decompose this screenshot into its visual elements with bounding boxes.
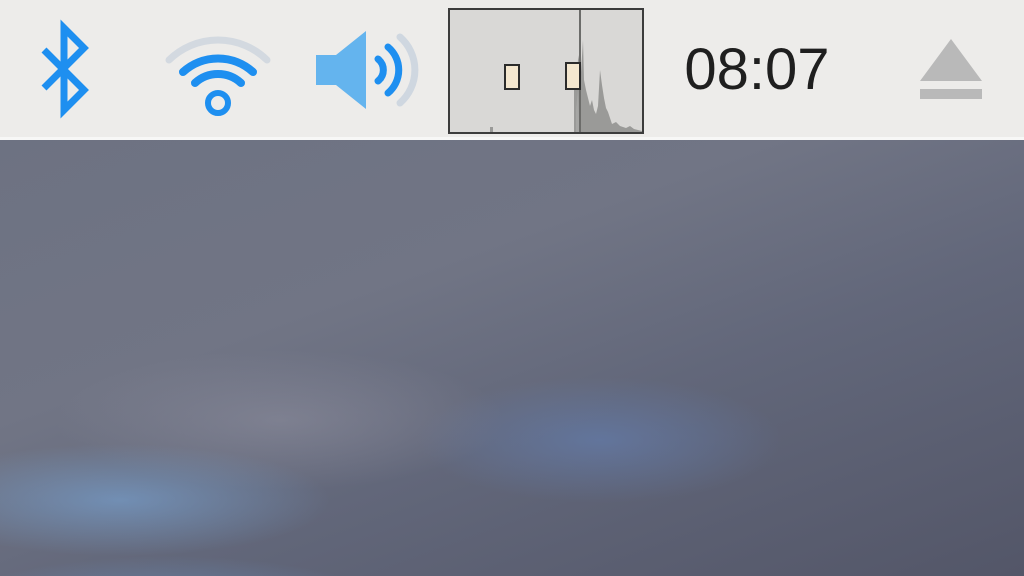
volume-button[interactable] xyxy=(306,10,426,130)
screen: 08:07 xyxy=(0,0,1024,576)
eject-icon xyxy=(920,39,982,99)
desktop-wallpaper xyxy=(0,140,1024,576)
wifi-icon xyxy=(165,36,271,116)
bluetooth-icon xyxy=(41,19,89,119)
wifi-button[interactable] xyxy=(160,10,276,130)
cpu-monitor-icon xyxy=(450,10,642,132)
clock[interactable]: 08:07 xyxy=(672,32,842,108)
cpu-monitor-widget[interactable] xyxy=(448,8,644,134)
taskbar: 08:07 xyxy=(0,0,1024,140)
volume-icon xyxy=(316,31,419,109)
bluetooth-button[interactable] xyxy=(22,10,106,130)
eject-button[interactable] xyxy=(906,10,996,130)
